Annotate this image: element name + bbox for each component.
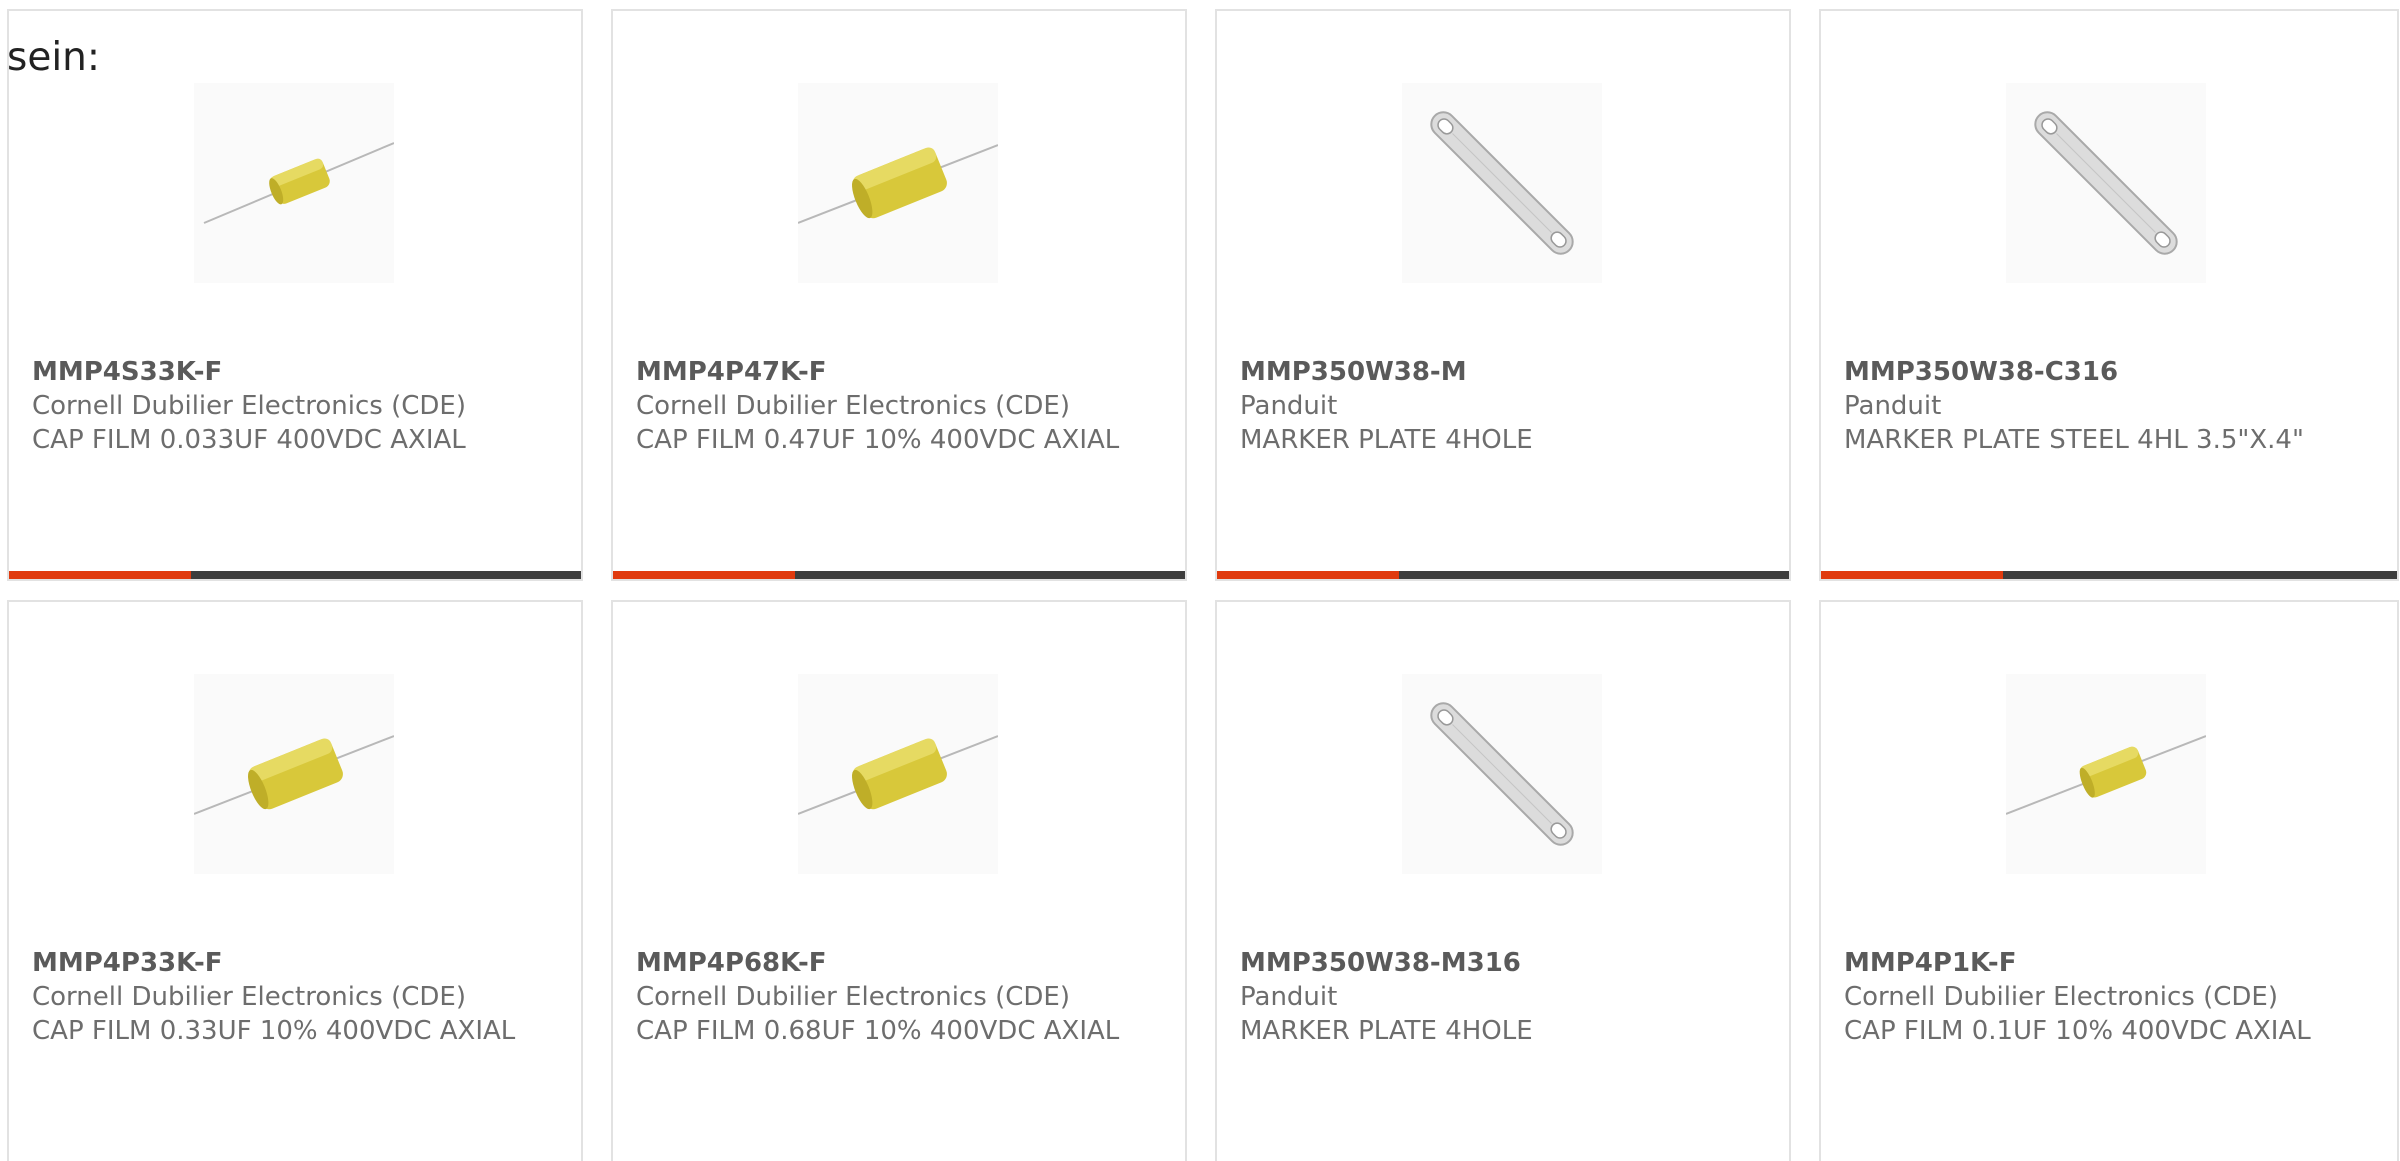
manufacturer-name: Cornell Dubilier Electronics (CDE) (32, 391, 466, 421)
marker-plate-icon (1402, 674, 1602, 874)
product-description: CAP FILM 0.1UF 10% 400VDC AXIAL (1844, 1016, 2311, 1046)
axial-film-capacitor-icon (194, 674, 394, 874)
card-accent-bar (613, 571, 795, 579)
axial-film-capacitor-icon (194, 83, 394, 283)
product-description: CAP FILM 0.68UF 10% 400VDC AXIAL (636, 1016, 1120, 1046)
part-number-link[interactable]: MMP350W38-C316 (1844, 355, 2364, 389)
product-grid-page: sein: MMP4S33K-F Cornell Dubilier Electr… (0, 0, 2400, 1161)
manufacturer-name: Panduit (1240, 391, 1338, 421)
part-number-link[interactable]: MMP350W38-M316 (1240, 946, 1760, 980)
product-card[interactable]: MMP4P1K-F Cornell Dubilier Electronics (… (1819, 600, 2399, 1161)
product-card[interactable]: MMP4P47K-F Cornell Dubilier Electronics … (611, 9, 1187, 581)
manufacturer-name: Cornell Dubilier Electronics (CDE) (32, 982, 466, 1012)
product-description: MARKER PLATE STEEL 4HL 3.5"X.4" (1844, 425, 2304, 455)
axial-film-capacitor-icon (798, 674, 998, 874)
part-number-link[interactable]: MMP4P47K-F (636, 355, 1156, 389)
product-description: MARKER PLATE 4HOLE (1240, 1016, 1533, 1046)
product-description: CAP FILM 0.33UF 10% 400VDC AXIAL (32, 1016, 516, 1046)
manufacturer-name: Panduit (1844, 391, 1942, 421)
product-card[interactable]: MMP350W38-C316 Panduit MARKER PLATE STEE… (1819, 9, 2399, 581)
card-footer-bar (1217, 571, 1789, 579)
card-accent-bar (9, 571, 191, 579)
manufacturer-name: Cornell Dubilier Electronics (CDE) (636, 391, 1070, 421)
card-accent-bar (1821, 571, 2003, 579)
product-card[interactable]: MMP4S33K-F Cornell Dubilier Electronics … (7, 9, 583, 581)
marker-plate-icon (2006, 83, 2206, 283)
product-card[interactable]: MMP350W38-M316 Panduit MARKER PLATE 4HOL… (1215, 600, 1791, 1161)
product-description: CAP FILM 0.47UF 10% 400VDC AXIAL (636, 425, 1120, 455)
product-description: CAP FILM 0.033UF 400VDC AXIAL (32, 425, 466, 455)
manufacturer-name: Cornell Dubilier Electronics (CDE) (636, 982, 1070, 1012)
product-card[interactable]: MMP4P68K-F Cornell Dubilier Electronics … (611, 600, 1187, 1161)
product-card[interactable]: MMP350W38-M Panduit MARKER PLATE 4HOLE (1215, 9, 1791, 581)
part-number-link[interactable]: MMP350W38-M (1240, 355, 1760, 389)
axial-film-capacitor-icon (2006, 674, 2206, 874)
product-card[interactable]: MMP4P33K-F Cornell Dubilier Electronics … (7, 600, 583, 1161)
card-footer-bar (1821, 571, 2397, 579)
card-footer-bar (613, 571, 1185, 579)
manufacturer-name: Panduit (1240, 982, 1338, 1012)
marker-plate-icon (1402, 83, 1602, 283)
intro-text: sein: (7, 35, 101, 80)
card-footer-bar (9, 571, 581, 579)
part-number-link[interactable]: MMP4P33K-F (32, 946, 552, 980)
axial-film-capacitor-icon (798, 83, 998, 283)
card-accent-bar (1217, 571, 1399, 579)
manufacturer-name: Cornell Dubilier Electronics (CDE) (1844, 982, 2278, 1012)
part-number-link[interactable]: MMP4P68K-F (636, 946, 1156, 980)
part-number-link[interactable]: MMP4P1K-F (1844, 946, 2364, 980)
part-number-link[interactable]: MMP4S33K-F (32, 355, 552, 389)
product-description: MARKER PLATE 4HOLE (1240, 425, 1533, 455)
